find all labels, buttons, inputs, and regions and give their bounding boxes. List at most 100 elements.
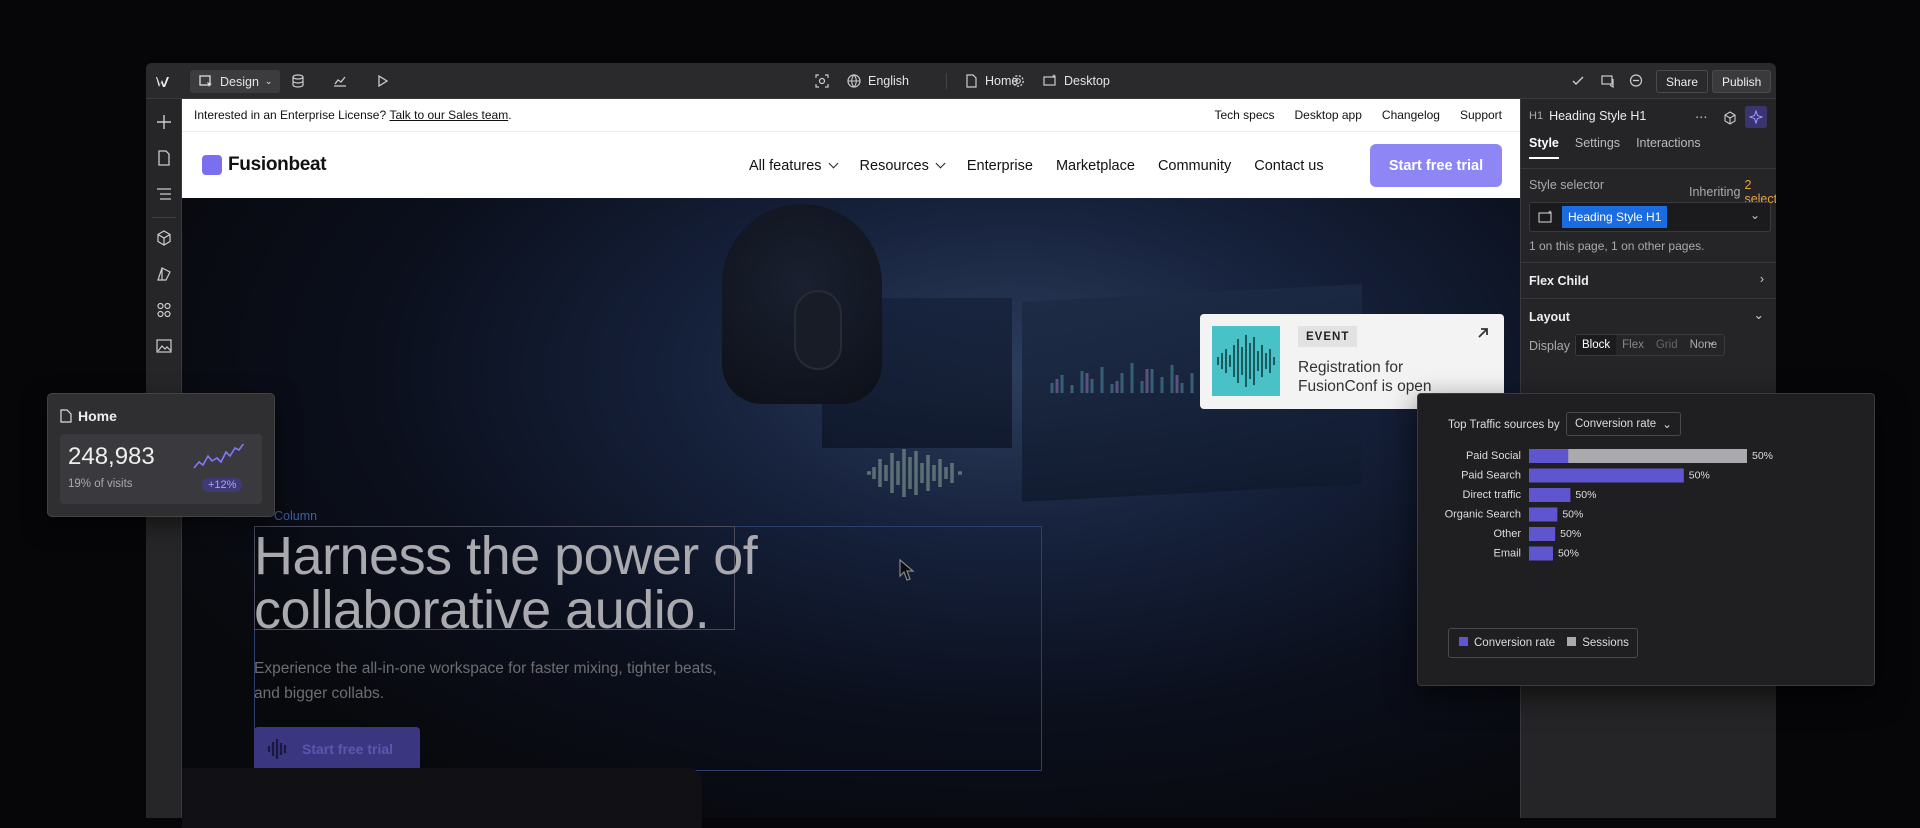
page-icon [60,409,72,423]
menu-label: All features [749,157,822,174]
bar-category-label: Other [1493,528,1521,540]
legend-label: Sessions [1582,637,1629,649]
top-link-changelog[interactable]: Changelog [1382,108,1440,122]
more-options-icon[interactable]: ⋯ [1695,109,1708,124]
component-icon[interactable] [1723,111,1737,125]
analytics-button[interactable] [332,63,348,99]
menu-marketplace[interactable]: Marketplace [1056,158,1135,174]
rail-divider [152,217,176,218]
brand-name: Fusionbeat [228,154,327,175]
hero-heading[interactable]: Harness the power of collaborative audio… [254,529,894,637]
chevron-down-icon[interactable]: ⌄ [1707,335,1716,348]
arrow-up-right-icon [1478,328,1488,338]
style-selector-label: Style selector [1529,178,1605,192]
hero-waveform-graphic [867,449,962,497]
background-panel [182,768,702,828]
bar-conversion-rate[interactable] [1529,507,1558,522]
check-icon [1572,76,1584,85]
legend-swatch [1567,637,1577,646]
metric-dropdown[interactable]: Conversion rate ⌄ [1566,412,1681,436]
publish-button[interactable]: Publish [1712,70,1772,93]
editor-toolbar: Design ⌄ English Home Desktop Share Publ… [146,63,1776,99]
promo-link[interactable]: Talk to our Sales team [389,108,508,122]
headphone-graphic [794,290,842,370]
selector-chip[interactable]: Heading Style H1 [1562,206,1668,228]
sparkle-icon [1749,110,1763,124]
chevron-down-icon[interactable]: ⌄ [1754,307,1764,322]
home-card-stats: 248,983 19% of visits +12% [60,434,262,504]
hero-button-label: Start free trial [302,741,394,757]
toolbar-divider [946,73,947,89]
share-button[interactable]: Share [1656,70,1709,93]
bar-category-label: Organic Search [1445,509,1521,521]
site-menu: All features Resources Enterprise Market… [749,132,1324,199]
design-mode-label: Design [220,74,259,89]
home-stats-card[interactable]: Home 248,983 19% of visits +12% [47,393,275,517]
webflow-logo[interactable] [156,63,172,99]
style-manager-icon[interactable] [155,265,173,283]
menu-resources[interactable]: Resources [859,157,946,174]
capture-button[interactable] [814,63,830,99]
components-icon[interactable] [155,229,173,247]
tab-settings[interactable]: Settings [1575,136,1620,159]
bar-data-label: 50% [1689,470,1710,482]
display-flex[interactable]: Flex [1616,335,1650,355]
display-none[interactable]: None [1684,335,1724,355]
variables-icon[interactable] [155,301,173,319]
visits-value: 248,983 [68,443,155,470]
waveform-icon [267,739,287,759]
page-settings-button[interactable] [1010,63,1026,99]
design-canvas[interactable]: Interested in an Enterprise License? Tal… [182,99,1520,818]
display-block[interactable]: Block [1576,335,1617,355]
publish-status-button[interactable] [1570,63,1586,99]
preview-button[interactable] [374,63,390,99]
menu-label: Resources [859,157,929,174]
panel-tabs: Style Settings Interactions [1529,136,1701,159]
site-logo[interactable]: Fusionbeat [202,154,327,176]
top-links: Tech specs Desktop app Changelog Support [1214,108,1508,122]
gear-icon [1012,75,1024,87]
selected-element-label: Heading Style H1 [1549,109,1647,123]
add-icon[interactable] [155,113,173,131]
flex-child-section[interactable]: Flex Child [1529,274,1589,288]
chevron-down-icon[interactable]: ⌄ [1750,208,1760,222]
menu-contact-us[interactable]: Contact us [1254,158,1323,174]
assets-icon[interactable] [155,337,173,355]
display-grid[interactable]: Grid [1650,335,1684,355]
bar-conversion-rate[interactable] [1529,468,1684,483]
bar-data-label: 50% [1560,528,1581,540]
style-selector-field[interactable]: Heading Style H1 ⌄ [1529,202,1771,232]
home-card-label: Home [78,408,117,424]
breakpoint-selector[interactable]: Desktop [1042,63,1110,99]
top-link-support[interactable]: Support [1460,108,1502,122]
bar-conversion-rate[interactable] [1529,527,1556,541]
tab-interactions[interactable]: Interactions [1636,136,1701,159]
cursor-select-icon [199,74,212,87]
language-selector[interactable]: English [846,63,909,99]
menu-enterprise[interactable]: Enterprise [967,158,1033,174]
bar-conversion-rate[interactable] [1529,449,1569,463]
top-link-tech-specs[interactable]: Tech specs [1214,108,1274,122]
bar-conversion-rate[interactable] [1529,546,1553,561]
cms-button[interactable] [290,63,306,99]
hero-start-trial-button[interactable]: Start free trial [254,727,420,771]
chevron-right-icon[interactable]: › [1760,272,1764,286]
selector-type-icon [1538,210,1552,223]
comments-button[interactable] [1628,63,1644,99]
menu-community[interactable]: Community [1158,158,1231,174]
bar-category-label: Email [1493,548,1521,560]
layout-section[interactable]: Layout [1529,310,1570,324]
bar-conversion-rate[interactable] [1529,488,1571,502]
event-waveform-graphic [1217,335,1275,387]
tab-style[interactable]: Style [1529,136,1559,159]
ai-assistant-button[interactable] [1745,106,1767,128]
menu-all-features[interactable]: All features [749,157,838,174]
comments-list-button[interactable] [1600,63,1616,99]
pages-icon[interactable] [155,149,173,167]
design-mode-button[interactable]: Design ⌄ [190,70,281,93]
navigator-icon[interactable] [155,185,173,203]
metric-dropdown-label: Conversion rate [1575,418,1657,430]
top-link-desktop-app[interactable]: Desktop app [1295,108,1362,122]
start-trial-button[interactable]: Start free trial [1370,144,1502,187]
promo-period: . [508,108,512,122]
